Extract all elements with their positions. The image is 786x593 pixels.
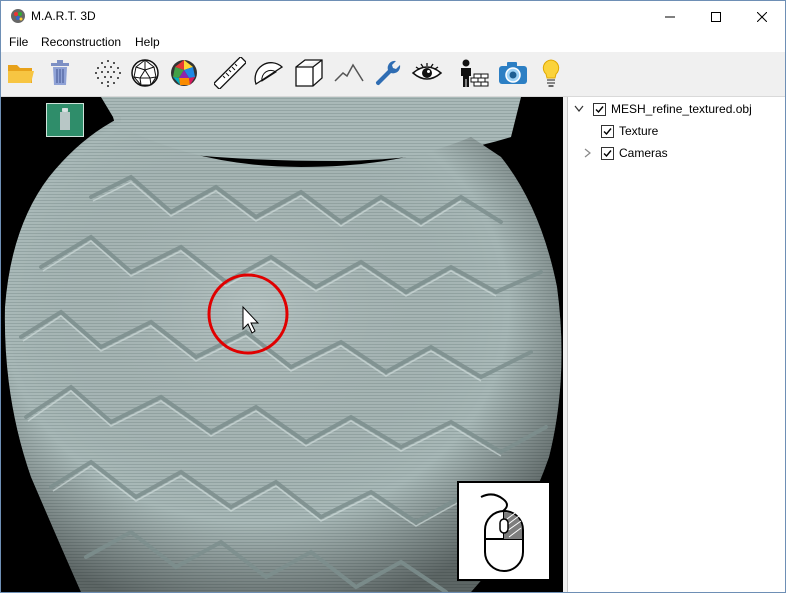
chevron-down-icon — [574, 105, 584, 112]
maximize-button[interactable] — [693, 1, 739, 32]
scan-thumbnail-icon — [47, 104, 83, 136]
lightbulb-icon — [542, 59, 560, 87]
settings-button[interactable] — [371, 56, 405, 90]
camera-button[interactable] — [496, 56, 530, 90]
menu-bar: File Reconstruction Help — [1, 32, 785, 52]
protractor-icon — [254, 62, 284, 85]
textured-mesh-button[interactable] — [167, 56, 201, 90]
title-bar: M.A.R.T. 3D — [1, 1, 785, 32]
checkbox-cameras[interactable] — [601, 146, 614, 160]
checkbox-mesh[interactable] — [593, 102, 606, 116]
trash-icon — [51, 60, 69, 85]
checkbox-texture[interactable] — [601, 124, 614, 138]
tree-label-mesh: MESH_refine_textured.obj — [611, 102, 752, 116]
menu-help[interactable]: Help — [135, 35, 160, 49]
tree-label-cameras: Cameras — [619, 146, 668, 160]
close-button[interactable] — [739, 1, 785, 32]
textured-sphere-icon — [171, 60, 197, 86]
measure-distance-button[interactable] — [213, 56, 247, 90]
3d-viewport[interactable] — [1, 97, 563, 592]
eye-icon — [411, 63, 443, 80]
terrain-icon — [334, 63, 364, 82]
mesh-sphere-icon — [131, 59, 159, 87]
tree-expander-cameras[interactable] — [583, 148, 593, 158]
mesh-button[interactable] — [128, 56, 162, 90]
model-thumbnail[interactable] — [46, 103, 84, 137]
app-window: M.A.R.T. 3D File Reconstruction Help MES… — [0, 0, 786, 593]
measure-angle-button[interactable] — [252, 56, 286, 90]
bounding-box-icon — [295, 59, 323, 87]
point-cloud-button[interactable] — [91, 56, 125, 90]
ruler-icon — [214, 57, 246, 89]
tree-label-texture: Texture — [619, 124, 659, 138]
open-button[interactable] — [4, 56, 38, 90]
tree-item-mesh[interactable]: MESH_refine_textured.obj — [593, 99, 752, 119]
tree-item-cameras[interactable]: Cameras — [601, 143, 668, 163]
camera-icon — [499, 62, 527, 84]
mouse-hint-box — [457, 481, 551, 581]
close-icon — [757, 11, 767, 22]
maximize-icon — [711, 11, 721, 22]
folder-open-icon — [8, 65, 34, 83]
terrain-button[interactable] — [332, 56, 366, 90]
toolbar — [1, 52, 785, 97]
view-button[interactable] — [410, 56, 444, 90]
app-logo-icon — [11, 9, 25, 23]
chevron-right-icon — [584, 148, 591, 158]
checkmark-icon — [603, 149, 612, 157]
delete-button[interactable] — [43, 56, 77, 90]
menu-file[interactable]: File — [9, 35, 28, 49]
window-title: M.A.R.T. 3D — [31, 9, 96, 23]
construct-button[interactable] — [456, 56, 490, 90]
builder-icon — [461, 59, 489, 87]
checkmark-icon — [595, 105, 604, 113]
mouse-right-button-icon — [480, 493, 524, 572]
light-button[interactable] — [534, 56, 568, 90]
bounding-box-button[interactable] — [292, 56, 326, 90]
scene-tree: MESH_refine_textured.obj Texture Cameras — [567, 97, 785, 592]
minimize-button[interactable] — [647, 1, 693, 32]
tree-item-texture[interactable]: Texture — [601, 121, 658, 141]
tree-expander-root[interactable] — [574, 104, 584, 114]
menu-reconstruction[interactable]: Reconstruction — [41, 35, 121, 49]
checkmark-icon — [603, 127, 612, 135]
minimize-icon — [665, 16, 675, 17]
point-cloud-icon — [95, 60, 121, 87]
wrench-icon — [375, 60, 401, 86]
